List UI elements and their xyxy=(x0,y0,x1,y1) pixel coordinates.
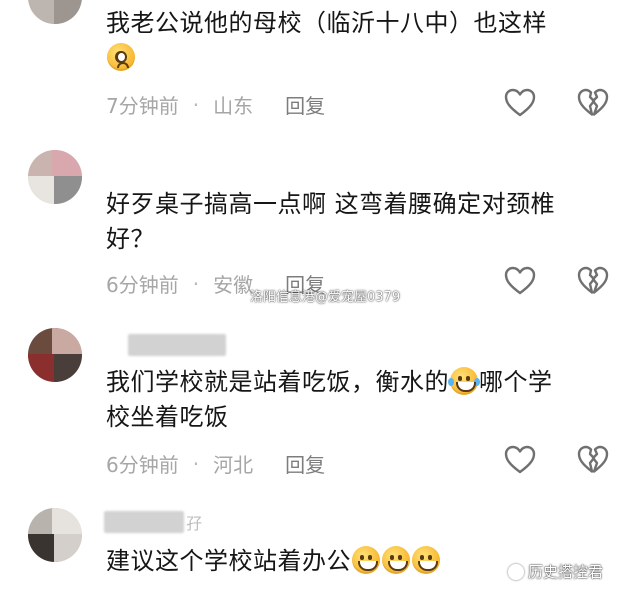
comment-text: 我们学校就是站着吃饭，衡水的 哪个学 校坐着吃饭 xyxy=(106,367,553,431)
watermark-corner-text: 历史搭控君 xyxy=(528,563,604,581)
comment-meta: 6分钟前 · 河北 回复 xyxy=(106,449,325,478)
separator-dot: · xyxy=(192,451,200,476)
comment-text: 我老公说他的母校（临沂十八中）也这样 xyxy=(106,6,616,76)
comment-time: 6分钟前 xyxy=(106,273,179,297)
comment-time: 6分钟前 xyxy=(106,453,179,477)
dislike-broken-heart-icon[interactable] xyxy=(576,264,610,298)
comment-location: 河北 xyxy=(213,453,254,477)
like-heart-icon[interactable] xyxy=(503,264,537,298)
grinning-face-icon xyxy=(412,546,440,574)
comment-location: 山东 xyxy=(213,94,254,118)
like-heart-icon[interactable] xyxy=(503,443,537,477)
separator-dot: · xyxy=(192,92,200,117)
comment-time: 7分钟前 xyxy=(106,94,179,118)
avatar[interactable] xyxy=(28,150,82,204)
comment-location: 安徽 xyxy=(213,273,254,297)
pleading-face-icon xyxy=(107,43,135,71)
like-heart-icon[interactable] xyxy=(503,86,537,120)
grinning-face-icon xyxy=(382,546,410,574)
grinning-face-icon xyxy=(352,546,380,574)
reply-button[interactable]: 回复 xyxy=(285,90,325,119)
reply-button[interactable]: 回复 xyxy=(285,449,325,478)
avatar[interactable] xyxy=(28,328,82,382)
watermark-corner: 历史搭控君 xyxy=(508,561,603,582)
laughing-crying-face-icon xyxy=(448,367,480,395)
watermark-logo-icon xyxy=(508,563,524,580)
username-blurred[interactable] xyxy=(128,334,226,356)
dislike-broken-heart-icon[interactable] xyxy=(576,443,610,477)
comment-meta: 7分钟前 · 山东 回复 xyxy=(106,90,325,119)
avatar[interactable] xyxy=(28,0,82,24)
separator-dot: · xyxy=(192,271,200,296)
username-tail: 孖 xyxy=(186,514,203,533)
avatar[interactable] xyxy=(28,508,82,562)
dislike-broken-heart-icon[interactable] xyxy=(576,86,610,120)
username-blurred[interactable] xyxy=(104,511,184,533)
watermark-center: 洛阳信息港@爱宠屋0379 xyxy=(250,290,401,305)
comment-text: 好歹桌子搞高一点啊 这弯着腰确定对颈椎 好？ xyxy=(106,190,556,253)
